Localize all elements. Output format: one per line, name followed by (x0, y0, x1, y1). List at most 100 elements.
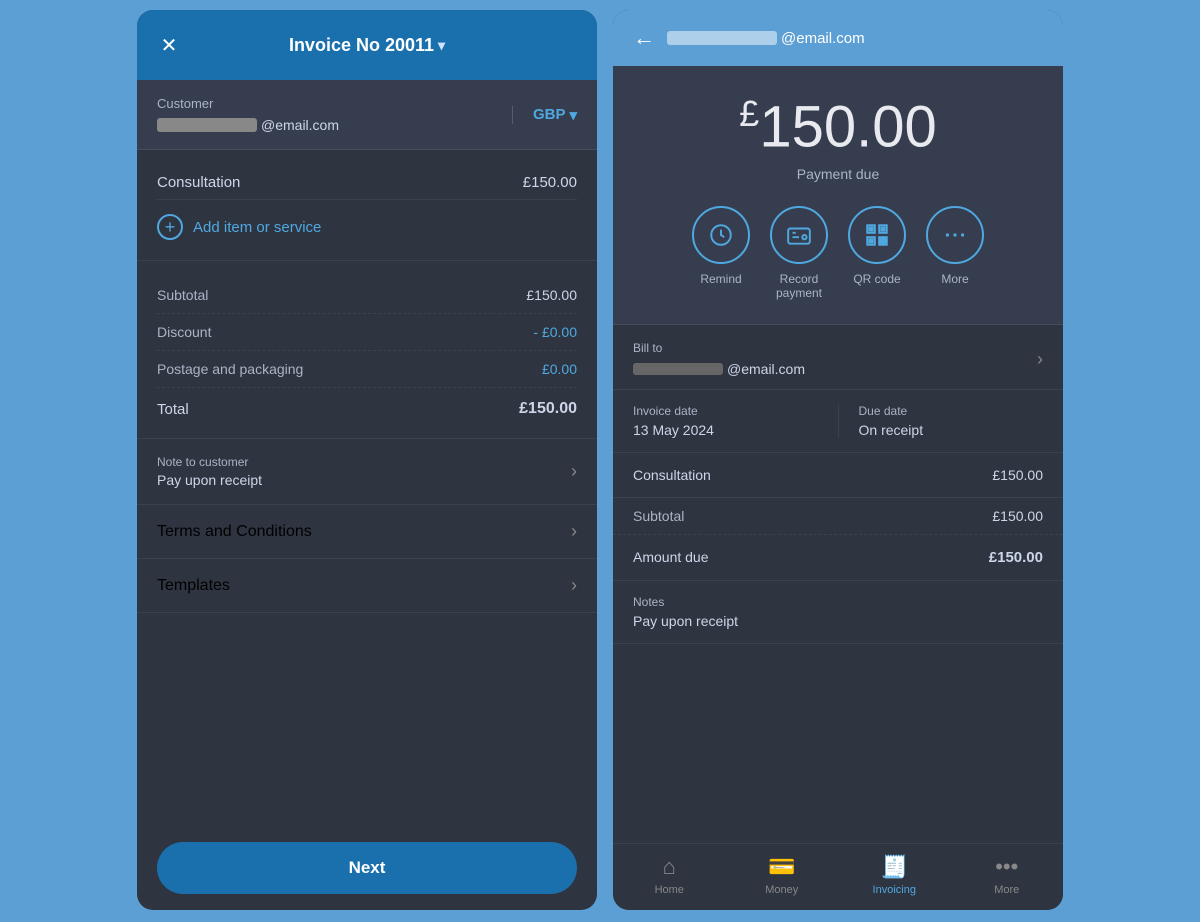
more-label: More (941, 272, 968, 286)
terms-section[interactable]: Terms and Conditions › (137, 505, 597, 559)
payment-icon (786, 222, 812, 248)
remind-circle (692, 206, 750, 264)
payment-due-label: Payment due (633, 166, 1043, 182)
due-date-item: Due date On receipt (839, 404, 1044, 438)
invoice-date-item: Invoice date 13 May 2024 (633, 404, 839, 438)
item-price: £150.00 (523, 174, 577, 191)
nav-money[interactable]: 💳 Money (726, 854, 839, 896)
customer-section: Customer @email.com GBP ▾ (137, 80, 597, 150)
more-action[interactable]: More (926, 206, 984, 300)
plus-icon: + (157, 214, 183, 240)
total-value: £150.00 (519, 400, 577, 418)
back-button[interactable]: ← (633, 25, 655, 51)
customer-email: @email.com (157, 117, 339, 133)
detail-item-row: Consultation £150.00 (613, 453, 1063, 498)
bill-to-row[interactable]: Bill to @email.com › (613, 325, 1063, 390)
next-button[interactable]: Next (157, 842, 577, 894)
nav-home[interactable]: ⌂ Home (613, 854, 726, 896)
note-value: Pay upon receipt (157, 472, 262, 488)
invoice-nav-icon: 🧾 (881, 854, 908, 880)
customer-label: Customer (157, 96, 339, 111)
qr-code-action[interactable]: QR code (848, 206, 906, 300)
note-chevron-icon: › (571, 461, 577, 482)
email-blur (157, 118, 257, 132)
bill-email-domain: @email.com (727, 361, 805, 377)
amount-due-row: Amount due £150.00 (613, 535, 1063, 581)
add-item-row[interactable]: + Add item or service (157, 200, 577, 244)
subtotal-label: Subtotal (157, 287, 208, 303)
customer-email-domain: @email.com (261, 117, 339, 133)
postage-label: Postage and packaging (157, 361, 303, 377)
total-label: Total (157, 401, 189, 418)
amount-due-label: Amount due (633, 549, 709, 566)
detail-item-name: Consultation (633, 467, 711, 483)
add-item-label: Add item or service (193, 219, 321, 236)
invoice-date-value: 13 May 2024 (633, 422, 818, 438)
home-icon: ⌂ (663, 854, 676, 880)
notes-value: Pay upon receipt (633, 613, 1043, 629)
header-email-blur (667, 31, 777, 45)
nav-invoicing[interactable]: 🧾 Invoicing (838, 854, 951, 896)
right-header: ← @email.com (613, 10, 1063, 66)
invoice-date-label: Invoice date (633, 404, 818, 418)
dropdown-icon[interactable]: ▾ (438, 37, 445, 54)
notes-section: Notes Pay upon receipt (613, 581, 1063, 644)
subtotal-value: £150.00 (526, 287, 577, 303)
more-circle (926, 206, 984, 264)
amount-value: 150.00 (759, 94, 936, 159)
bill-to-chevron-icon: › (1037, 349, 1043, 370)
note-content: Note to customer Pay upon receipt (157, 455, 262, 488)
bill-to-content: Bill to @email.com (633, 341, 1037, 377)
action-icons-row: Remind Recordpayment (633, 206, 1043, 300)
next-button-wrapper: Next (137, 826, 597, 910)
discount-label: Discount (157, 324, 211, 340)
due-date-value: On receipt (859, 422, 1044, 438)
dates-row: Invoice date 13 May 2024 Due date On rec… (613, 390, 1063, 453)
bill-to-email: @email.com (633, 361, 1037, 377)
right-panel: ← @email.com £150.00 Payment due Remind (613, 10, 1063, 910)
close-icon: ✕ (161, 33, 178, 58)
record-payment-circle (770, 206, 828, 264)
nav-more-label: More (994, 884, 1019, 896)
left-header: ✕ Invoice No 20011 ▾ (137, 10, 597, 80)
nav-more[interactable]: ••• More (951, 854, 1064, 896)
header-email: @email.com (667, 30, 865, 47)
invoice-detail-section: Bill to @email.com › Invoice date 13 May… (613, 325, 1063, 843)
currency-value: GBP (533, 106, 566, 123)
record-payment-action[interactable]: Recordpayment (770, 206, 828, 300)
invoice-title: Invoice No 20011 ▾ (289, 35, 445, 56)
terms-chevron-icon: › (571, 521, 577, 542)
discount-value: - £0.00 (533, 324, 577, 340)
note-section[interactable]: Note to customer Pay upon receipt › (137, 439, 597, 505)
detail-subtotal-row: Subtotal £150.00 (613, 498, 1063, 535)
items-section: Consultation £150.00 + Add item or servi… (137, 150, 597, 261)
money-icon: 💳 (768, 854, 795, 880)
amount-display: £150.00 (633, 96, 1043, 156)
more-nav-icon: ••• (995, 854, 1018, 880)
total-row: Total £150.00 (157, 388, 577, 422)
templates-title: Templates (157, 577, 230, 595)
bill-email-blur (633, 363, 723, 375)
remind-action[interactable]: Remind (692, 206, 750, 300)
amount-due-value: £150.00 (989, 549, 1043, 566)
clock-icon (708, 222, 734, 248)
record-payment-label: Recordpayment (776, 272, 822, 300)
nav-home-label: Home (655, 884, 684, 896)
remind-label: Remind (700, 272, 741, 286)
postage-value: £0.00 (542, 361, 577, 377)
item-name: Consultation (157, 174, 240, 191)
terms-title: Terms and Conditions (157, 523, 312, 541)
currency-symbol: £ (739, 93, 759, 134)
currency-dropdown-icon: ▾ (569, 106, 577, 124)
detail-item-price: £150.00 (992, 467, 1043, 483)
header-email-domain: @email.com (781, 30, 865, 47)
left-panel: ✕ Invoice No 20011 ▾ Customer @email.com… (137, 10, 597, 910)
qr-icon (864, 222, 890, 248)
qr-label: QR code (853, 272, 900, 286)
close-button[interactable]: ✕ (153, 29, 185, 61)
notes-label: Notes (633, 595, 1043, 609)
line-item: Consultation £150.00 (157, 166, 577, 200)
currency-selector[interactable]: GBP ▾ (512, 106, 577, 124)
templates-chevron-icon: › (571, 575, 577, 596)
templates-section[interactable]: Templates › (137, 559, 597, 613)
